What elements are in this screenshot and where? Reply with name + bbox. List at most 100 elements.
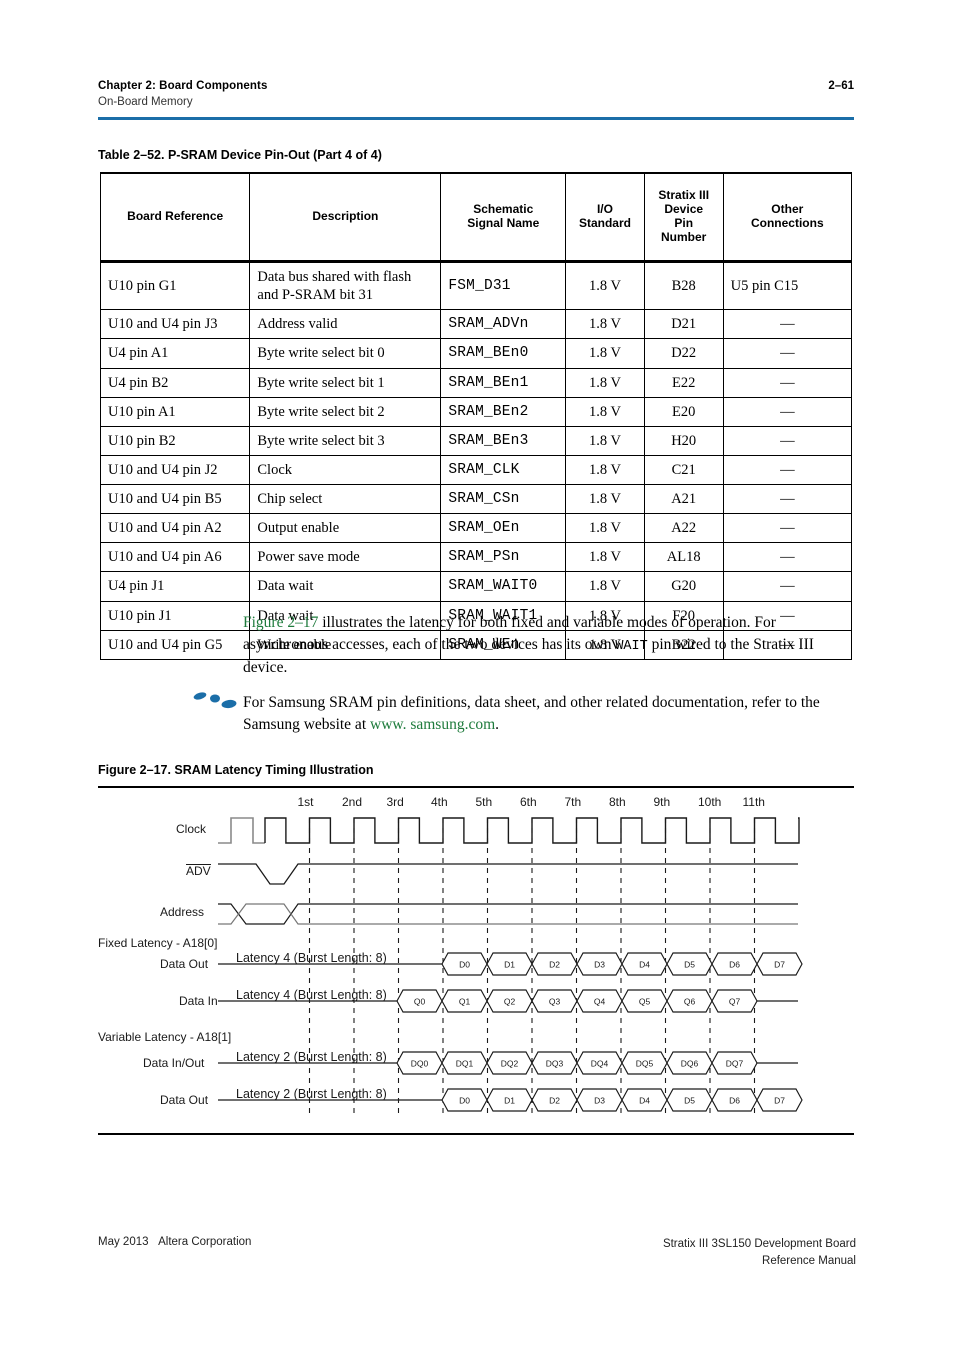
header-rule [98, 117, 854, 120]
cell-description: Output enable [249, 513, 442, 544]
cell-schematic-signal-name: SRAM_BEn2 [440, 396, 567, 427]
cycle-label-6th: 6th [520, 795, 537, 809]
footer-company: Altera Corporation [158, 1236, 252, 1248]
column-header-board-reference: Board Reference [99, 172, 251, 263]
cell-description: Address valid [249, 309, 442, 340]
data-in-fixed-value: Q2 [504, 997, 516, 1007]
cell-io-standard: 1.8 V [565, 338, 645, 369]
column-header-stratix-pin-number: Stratix III Device Pin Number [643, 172, 724, 263]
cell-other-connections: — [722, 513, 853, 544]
cell-device-pin-number: E22 [643, 367, 724, 398]
cycle-label-8th: 8th [609, 795, 626, 809]
table-row: U10 pin B2 Byte write select bit 3 SRAM_BE… [99, 425, 853, 456]
figure-link[interactable]: Figure 2–17 [243, 614, 318, 631]
cell-other-connections: — [722, 542, 853, 573]
cell-other-connections: — [722, 396, 853, 427]
col-pin-line1: Stratix III [658, 188, 710, 203]
cell-schematic-signal-name: SRAM_BEn3 [440, 425, 567, 456]
cell-other-connections: — [722, 338, 853, 369]
document-page: Chapter 2: Board Components On-Board Mem… [0, 0, 954, 1350]
burst-note-data-out-variable: Latency 2 (Burst Length: 8) [236, 1087, 387, 1101]
data-in-fixed-value: Q7 [729, 997, 741, 1007]
cell-schematic-signal-name: SRAM_OEn [440, 513, 567, 544]
col-oth-line1: Other [771, 202, 804, 217]
cell-device-pin-number: D21 [643, 309, 724, 340]
footer-left: May 2013 Altera Corporation [98, 1236, 251, 1248]
burst-note-data-in: Latency 4 (Burst Length: 8) [236, 988, 387, 1002]
table-row: U10 and U4 pin A2 Output enable SRAM_OEn 1.… [99, 513, 853, 544]
cycle-label-9th: 9th [653, 795, 671, 809]
data-out-variable-value: D2 [549, 1096, 560, 1106]
figure-reference-paragraph: Figure 2–17 illustrates the latency for … [243, 612, 855, 680]
cell-description: Chip select [249, 483, 442, 515]
cell-board-reference: U10 pin J1 [99, 600, 251, 631]
table-row: U10 pin A1 Byte write select bit 2 SRAM_BE… [99, 396, 853, 427]
cell-board-reference: U10 pin B2 [99, 425, 251, 456]
table-body: U10 pin G1 Data bus shared with flash and… [99, 260, 853, 660]
signal-label-data-out-fixed: Data Out [160, 957, 209, 971]
footer-title-line2: Reference Manual [762, 1255, 856, 1268]
overline-text: ADV [186, 864, 211, 878]
cell-description: Data bus shared with flash and P-SRAM bi… [249, 260, 442, 311]
burst-note-data-inout: Latency 2 (Burst Length: 8) [236, 1050, 387, 1064]
data-inout-variable-value: DQ4 [591, 1059, 609, 1069]
cell-board-reference: U10 pin G1 [99, 260, 251, 311]
cell-io-standard: 1.8 V [565, 396, 645, 427]
cell-io-standard: 1.8 V [565, 309, 645, 340]
data-out-fixed-value: D2 [549, 960, 560, 970]
table-row: U4 pin B2 Byte write select bit 1 SRAM_BEn… [99, 367, 853, 398]
samsung-website-link[interactable]: www. samsung.com [370, 716, 495, 733]
cell-board-reference: U10 and U4 pin A6 [99, 542, 251, 573]
cell-other-connections: — [722, 571, 853, 602]
data-in-fixed-value: Q4 [594, 997, 606, 1007]
cell-schematic-signal-name: SRAM_CLK [440, 454, 567, 486]
header-section: On-Board Memory [98, 96, 193, 108]
table-row: U10 and U4 pin B5 Chip select SRAM_CSn 1.8 … [99, 483, 853, 515]
cell-board-reference: U4 pin B2 [99, 367, 251, 398]
cycle-label-5th: 5th [475, 795, 493, 809]
header-page-number: 2–61 [828, 80, 854, 92]
footer-title-line1: Stratix III 3SL150 Development Board [662, 1238, 856, 1250]
cell-board-reference: U10 and U4 pin J2 [99, 454, 251, 486]
cell-io-standard: 1.8 V [565, 260, 645, 311]
data-out-fixed-value: D4 [639, 960, 650, 970]
data-out-variable-value: D5 [684, 1096, 695, 1106]
signal-label-adv: ADV [186, 864, 211, 878]
table-row: U10 and U4 pin J3 Address valid SRAM_ADVn 1… [99, 309, 853, 340]
column-header-other-connections: Other Connections [722, 172, 853, 263]
cycle-label-7th: 7th [564, 795, 582, 809]
cell-io-standard: 1.8 V [565, 454, 645, 486]
column-header-io-standard: I/O Standard [565, 172, 645, 263]
cell-schematic-signal-name: SRAM_PSn [440, 542, 567, 573]
figure-caption: Figure 2–17. SRAM Latency Timing Illustr… [98, 763, 374, 777]
cell-other-connections: — [722, 425, 853, 456]
burst-note-data-out-fixed: Latency 4 (Burst Length: 8) [236, 951, 387, 965]
cell-board-reference: U10 and U4 pin B5 [99, 483, 251, 515]
note-text-b: . [495, 716, 500, 734]
cell-board-reference: U10 and U4 pin G5 [99, 629, 251, 660]
cell-io-standard: 1.8 V [565, 513, 645, 544]
column-header-description: Description [249, 172, 442, 263]
cell-other-connections: — [722, 309, 853, 340]
data-inout-variable-value: DQ5 [636, 1059, 654, 1069]
address-bus-upper [218, 903, 798, 925]
data-inout-variable-value: DQ6 [681, 1059, 699, 1069]
table-row: U10 pin G1 Data bus shared with flash and… [99, 260, 853, 311]
data-out-variable-value: D4 [639, 1096, 650, 1106]
cell-board-reference: U10 and U4 pin A2 [99, 513, 251, 544]
table-caption: Table 2–52. P-SRAM Device Pin-Out (Part … [98, 148, 382, 162]
cell-device-pin-number: B28 [643, 260, 724, 311]
cell-other-connections: U5 pin C15 [722, 260, 853, 311]
data-in-fixed-value: Q0 [414, 997, 426, 1007]
cell-io-standard: 1.8 V [565, 483, 645, 515]
note-footprint-icon [193, 692, 237, 709]
timing-diagram-svg: D0 D1 D2 D3 D4 D5 D6 D7 Q0 Q1 Q2 Q3 Q4 Q5 Q6 Q7 DQ0 DQ1 DQ… [218, 817, 803, 1118]
cell-description: Byte write select bit 1 [249, 367, 442, 398]
data-out-variable-value: D1 [504, 1096, 515, 1106]
signal-label-data-out-variable: Data Out [160, 1093, 209, 1107]
cell-description: Power save mode [249, 542, 442, 573]
data-out-variable-value: D7 [774, 1096, 785, 1106]
col-pin-line4: Number [661, 229, 707, 244]
data-in-fixed-value: Q6 [684, 997, 696, 1007]
data-out-fixed-value: D6 [729, 960, 740, 970]
